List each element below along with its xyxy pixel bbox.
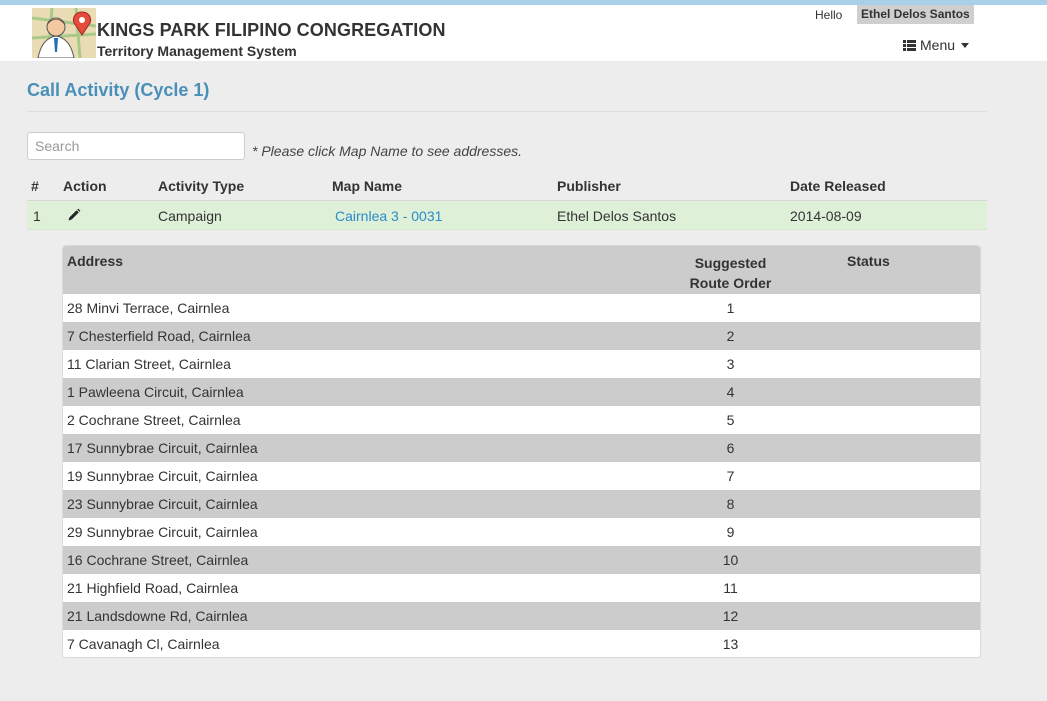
address-row: 21 Highfield Road, Cairnlea 11 <box>63 574 980 602</box>
pencil-icon[interactable] <box>67 208 81 222</box>
route-order-cell: 4 <box>726 384 735 400</box>
route-order-cell: 8 <box>726 496 735 512</box>
title-divider <box>27 111 987 112</box>
address-row: 21 Landsdowne Rd, Cairnlea 12 <box>63 602 980 630</box>
app-header: KINGS PARK FILIPINO CONGREGATION Territo… <box>0 5 1047 61</box>
col-header-map-name: Map Name <box>332 178 403 194</box>
publisher-cell: Ethel Delos Santos <box>557 208 677 224</box>
route-order-cell: 6 <box>726 440 735 456</box>
caret-down-icon <box>961 42 970 48</box>
col-header-publisher: Publisher <box>557 178 621 194</box>
col-header-address: Address <box>67 253 124 269</box>
map-name-link[interactable]: Cairnlea 3 - 0031 <box>335 208 442 224</box>
route-order-cell: 12 <box>722 608 739 624</box>
col-header-date-released: Date Released <box>790 178 886 194</box>
address-cell: 11 Clarian Street, Cairnlea <box>67 356 231 372</box>
col-header-number: # <box>31 178 39 194</box>
route-order-cell: 3 <box>726 356 735 372</box>
address-row: 17 Sunnybrae Circuit, Cairnlea 6 <box>63 434 980 462</box>
address-row: 29 Sunnybrae Circuit, Cairnlea 9 <box>63 518 980 546</box>
page-title: Call Activity (Cycle 1) <box>27 80 210 100</box>
address-cell: 7 Cavanagh Cl, Cairnlea <box>67 636 220 652</box>
address-rows: 28 Minvi Terrace, Cairnlea 1 7 Chesterfiel… <box>63 294 980 657</box>
user-name-badge[interactable]: Ethel Delos Santos <box>857 5 974 24</box>
address-cell: 17 Sunnybrae Circuit, Cairnlea <box>67 440 258 456</box>
address-cell: 19 Sunnybrae Circuit, Cairnlea <box>67 468 258 484</box>
system-name: Territory Management System <box>97 43 297 59</box>
activity-type-cell: Campaign <box>158 208 222 224</box>
map-name-hint: * Please click Map Name to see addresses… <box>252 143 523 159</box>
address-cell: 21 Landsdowne Rd, Cairnlea <box>67 608 248 624</box>
address-row: 7 Chesterfield Road, Cairnlea 2 <box>63 322 980 350</box>
address-cell: 2 Cochrane Street, Cairnlea <box>67 412 241 428</box>
address-cell: 28 Minvi Terrace, Cairnlea <box>67 300 230 316</box>
route-order-cell: 13 <box>722 636 739 652</box>
address-cell: 21 Highfield Road, Cairnlea <box>67 580 239 596</box>
col-header-activity-type: Activity Type <box>158 178 245 194</box>
address-cell: 29 Sunnybrae Circuit, Cairnlea <box>67 524 258 540</box>
route-header-line2: Route Order <box>689 275 772 291</box>
col-header-action: Action <box>63 178 107 194</box>
menu-label: Menu <box>920 37 956 53</box>
address-row: 23 Sunnybrae Circuit, Cairnlea 8 <box>63 490 980 518</box>
route-order-cell: 7 <box>726 468 735 484</box>
address-cell: 23 Sunnybrae Circuit, Cairnlea <box>67 496 258 512</box>
app-logo-icon[interactable] <box>31 7 97 59</box>
address-cell: 7 Chesterfield Road, Cairnlea <box>67 328 251 344</box>
address-row: 1 Pawleena Circuit, Cairnlea 4 <box>63 378 980 406</box>
date-released-cell: 2014-08-09 <box>790 208 862 224</box>
route-order-cell: 11 <box>723 580 738 596</box>
address-cell: 1 Pawleena Circuit, Cairnlea <box>67 384 244 400</box>
route-order-cell: 10 <box>722 552 739 568</box>
route-order-cell: 1 <box>726 300 735 316</box>
route-header-line1: Suggested <box>694 255 767 271</box>
address-panel: Address Suggested Route Order Status 28 … <box>62 245 981 658</box>
list-icon <box>903 39 916 51</box>
address-cell: 16 Cochrane Street, Cairnlea <box>67 552 249 568</box>
route-order-cell: 2 <box>726 328 735 344</box>
search-input[interactable] <box>27 132 245 160</box>
activity-row: 1 Campaign Cairnlea 3 - 0031 Ethel Delos… <box>27 201 987 230</box>
address-row: 7 Cavanagh Cl, Cairnlea 13 <box>63 630 980 657</box>
row-number: 1 <box>33 208 41 224</box>
address-row: 28 Minvi Terrace, Cairnlea 1 <box>63 294 980 322</box>
col-header-status: Status <box>847 253 890 269</box>
route-order-cell: 5 <box>726 412 735 428</box>
address-table-header: Address Suggested Route Order Status <box>63 246 980 294</box>
route-order-cell: 9 <box>726 524 735 540</box>
menu-button[interactable]: Menu <box>903 37 970 53</box>
col-header-route-order: Suggested Route Order <box>663 253 798 293</box>
org-name: KINGS PARK FILIPINO CONGREGATION <box>97 20 446 40</box>
greeting-text: Hello <box>815 8 843 22</box>
address-row: 11 Clarian Street, Cairnlea 3 <box>63 350 980 378</box>
address-row: 16 Cochrane Street, Cairnlea 10 <box>63 546 980 574</box>
address-row: 2 Cochrane Street, Cairnlea 5 <box>63 406 980 434</box>
address-row: 19 Sunnybrae Circuit, Cairnlea 7 <box>63 462 980 490</box>
